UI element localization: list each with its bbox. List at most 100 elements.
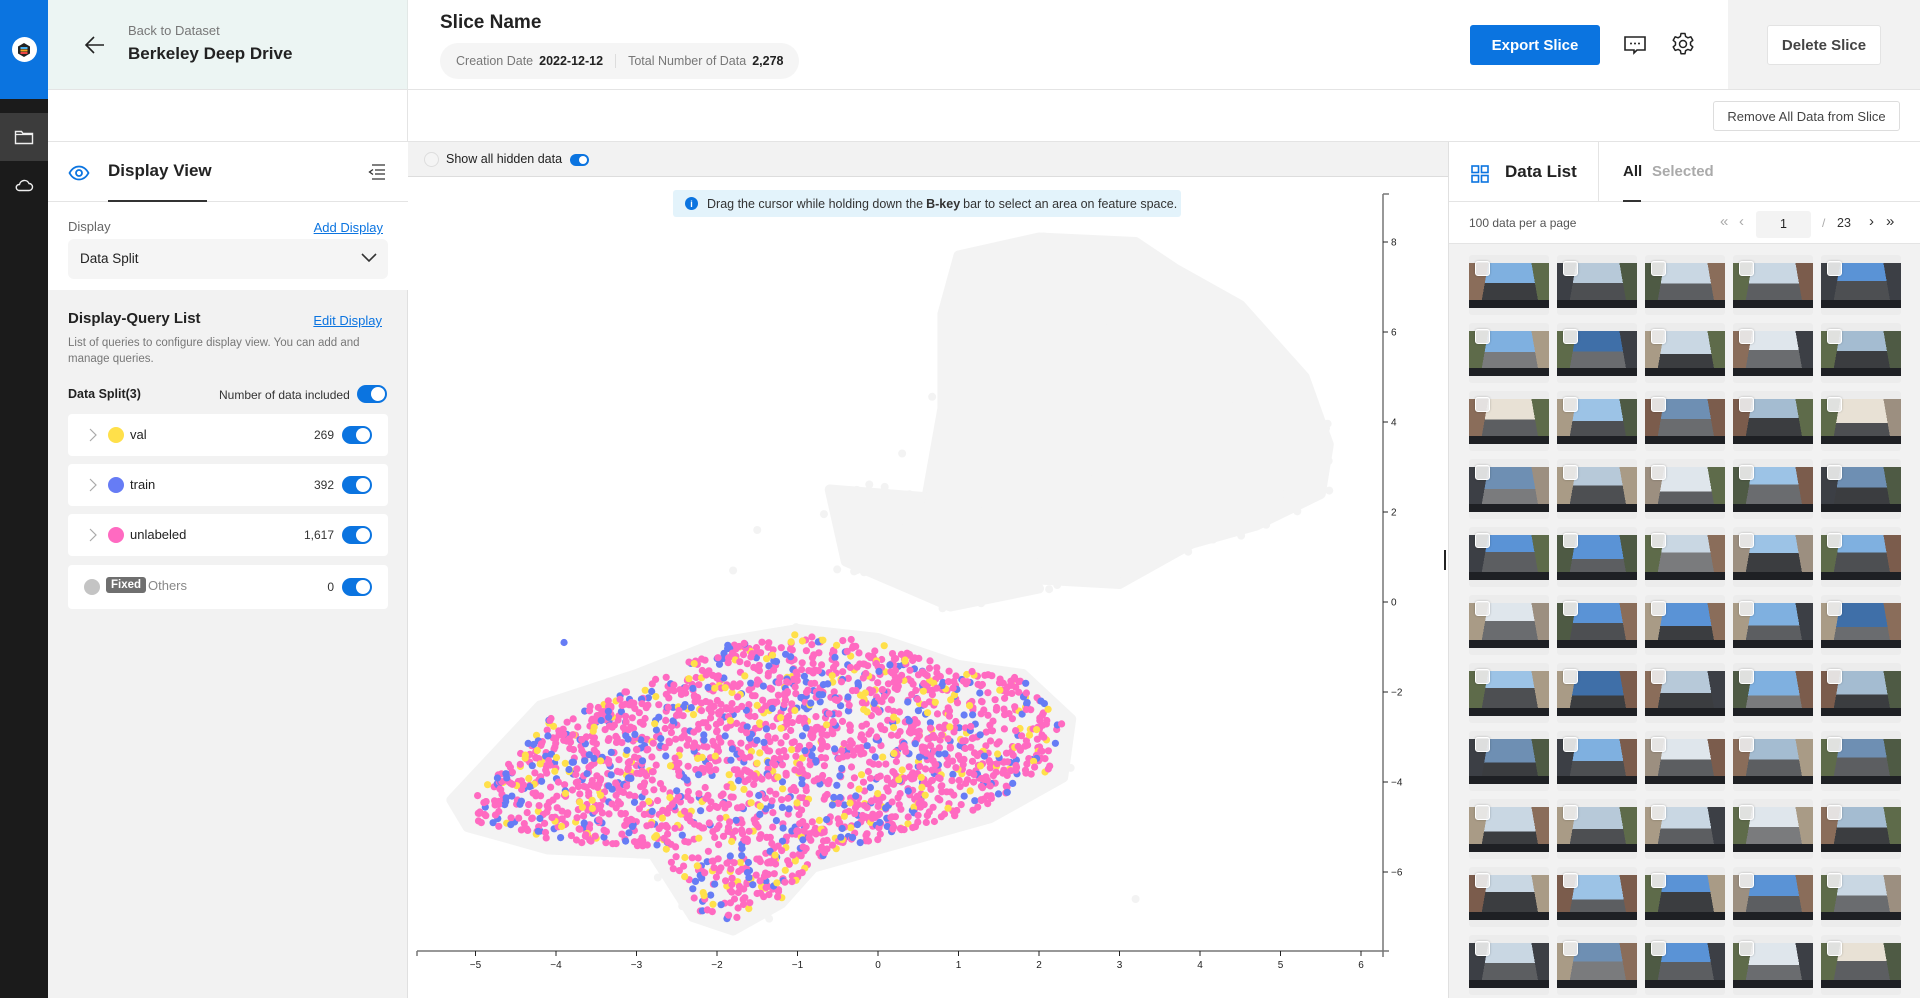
thumbnail-checkbox[interactable] xyxy=(1475,533,1490,548)
thumbnail-checkbox[interactable] xyxy=(1563,669,1578,684)
data-thumbnail[interactable] xyxy=(1557,799,1637,859)
data-thumbnail[interactable] xyxy=(1645,731,1725,791)
data-thumbnail[interactable] xyxy=(1469,527,1549,587)
data-thumbnail[interactable] xyxy=(1821,323,1901,383)
thumbnail-checkbox[interactable] xyxy=(1475,261,1490,276)
thumbnail-checkbox[interactable] xyxy=(1563,941,1578,956)
tab-display-view[interactable]: Display View xyxy=(108,161,212,181)
data-thumbnail[interactable] xyxy=(1733,935,1813,995)
thumbnail-checkbox[interactable] xyxy=(1827,805,1842,820)
thumbnail-checkbox[interactable] xyxy=(1475,465,1490,480)
data-thumbnail[interactable] xyxy=(1557,459,1637,519)
thumbnail-checkbox[interactable] xyxy=(1475,805,1490,820)
thumbnail-checkbox[interactable] xyxy=(1563,805,1578,820)
thumbnail-checkbox[interactable] xyxy=(1739,465,1754,480)
data-thumbnail[interactable] xyxy=(1733,391,1813,451)
thumbnail-checkbox[interactable] xyxy=(1563,873,1578,888)
thumbnail-checkbox[interactable] xyxy=(1475,873,1490,888)
data-thumbnail[interactable] xyxy=(1469,663,1549,723)
data-thumbnail[interactable] xyxy=(1469,731,1549,791)
data-thumbnail[interactable] xyxy=(1557,663,1637,723)
data-thumbnail[interactable] xyxy=(1821,731,1901,791)
data-thumbnail[interactable] xyxy=(1469,323,1549,383)
thumbnail-checkbox[interactable] xyxy=(1475,669,1490,684)
thumbnail-checkbox[interactable] xyxy=(1475,329,1490,344)
add-display-link[interactable]: Add Display xyxy=(314,220,383,235)
data-thumbnail[interactable] xyxy=(1557,731,1637,791)
thumbnail-checkbox[interactable] xyxy=(1827,941,1842,956)
thumbnail-checkbox[interactable] xyxy=(1651,669,1666,684)
data-thumbnail[interactable] xyxy=(1733,323,1813,383)
data-thumbnail[interactable] xyxy=(1645,663,1725,723)
thumbnail-checkbox[interactable] xyxy=(1739,397,1754,412)
tab-all[interactable]: All xyxy=(1623,163,1642,180)
tab-selected[interactable]: Selected xyxy=(1652,163,1714,180)
data-thumbnail[interactable] xyxy=(1733,867,1813,927)
data-thumbnail[interactable] xyxy=(1469,255,1549,315)
chevron-right-icon[interactable] xyxy=(88,478,98,492)
thumbnail-checkbox[interactable] xyxy=(1827,873,1842,888)
thumbnail-checkbox[interactable] xyxy=(1651,261,1666,276)
data-thumbnail[interactable] xyxy=(1645,935,1725,995)
data-thumbnail[interactable] xyxy=(1645,867,1725,927)
data-thumbnail[interactable] xyxy=(1821,935,1901,995)
thumbnail-checkbox[interactable] xyxy=(1739,941,1754,956)
thumbnail-checkbox[interactable] xyxy=(1563,465,1578,480)
next-page-icon[interactable]: › xyxy=(1869,214,1874,229)
page-number-input[interactable]: 1 xyxy=(1756,211,1811,238)
thumbnail-checkbox[interactable] xyxy=(1563,397,1578,412)
data-thumbnail[interactable] xyxy=(1821,391,1901,451)
data-thumbnail[interactable] xyxy=(1733,663,1813,723)
nav-cloud[interactable] xyxy=(0,161,48,209)
data-thumbnail[interactable] xyxy=(1557,391,1637,451)
settings-gear-icon[interactable] xyxy=(1670,31,1696,57)
query-row-train[interactable]: train 392 xyxy=(68,464,388,506)
thumbnail-checkbox[interactable] xyxy=(1739,805,1754,820)
show-hidden-radio[interactable] xyxy=(424,152,439,167)
data-thumbnail[interactable] xyxy=(1821,255,1901,315)
data-thumbnail[interactable] xyxy=(1821,867,1901,927)
data-thumbnail[interactable] xyxy=(1733,527,1813,587)
back-link-label[interactable]: Back to Dataset xyxy=(128,23,220,38)
data-thumbnail[interactable] xyxy=(1469,391,1549,451)
dataset-name[interactable]: Berkeley Deep Drive xyxy=(128,44,292,64)
data-thumbnail[interactable] xyxy=(1557,255,1637,315)
thumbnail-checkbox[interactable] xyxy=(1475,601,1490,616)
thumbnail-checkbox[interactable] xyxy=(1827,533,1842,548)
first-page-icon[interactable]: « xyxy=(1720,214,1728,229)
data-thumbnail[interactable] xyxy=(1469,799,1549,859)
display-select[interactable]: Data Split xyxy=(68,239,388,279)
thumbnail-checkbox[interactable] xyxy=(1563,261,1578,276)
app-logo[interactable] xyxy=(0,0,48,99)
thumbnail-checkbox[interactable] xyxy=(1739,261,1754,276)
data-thumbnail[interactable] xyxy=(1469,935,1549,995)
thumbnail-checkbox[interactable] xyxy=(1827,465,1842,480)
data-thumbnail[interactable] xyxy=(1469,867,1549,927)
query-row-unlabeled[interactable]: unlabeled 1,617 xyxy=(68,514,388,556)
thumbnail-checkbox[interactable] xyxy=(1651,873,1666,888)
thumbnail-checkbox[interactable] xyxy=(1827,601,1842,616)
thumbnail-checkbox[interactable] xyxy=(1827,329,1842,344)
data-thumbnail[interactable] xyxy=(1557,527,1637,587)
thumbnail-checkbox[interactable] xyxy=(1739,601,1754,616)
thumbnail-checkbox[interactable] xyxy=(1651,737,1666,752)
data-thumbnail[interactable] xyxy=(1821,663,1901,723)
thumbnail-checkbox[interactable] xyxy=(1827,669,1842,684)
thumbnail-checkbox[interactable] xyxy=(1739,737,1754,752)
query-visibility-toggle[interactable] xyxy=(342,476,372,494)
show-hidden-toggle[interactable] xyxy=(570,154,589,166)
data-thumbnail[interactable] xyxy=(1645,595,1725,655)
data-thumbnail[interactable] xyxy=(1557,323,1637,383)
data-thumbnail[interactable] xyxy=(1733,459,1813,519)
thumbnail-checkbox[interactable] xyxy=(1827,737,1842,752)
data-thumbnail[interactable] xyxy=(1645,459,1725,519)
thumbnail-checkbox[interactable] xyxy=(1651,329,1666,344)
edit-display-link[interactable]: Edit Display xyxy=(313,313,382,328)
remove-all-data-button[interactable]: Remove All Data from Slice xyxy=(1713,101,1900,131)
data-thumbnail[interactable] xyxy=(1821,595,1901,655)
thumbnail-checkbox[interactable] xyxy=(1651,805,1666,820)
delete-slice-button[interactable]: Delete Slice xyxy=(1767,25,1881,65)
data-thumbnail[interactable] xyxy=(1645,323,1725,383)
thumbnail-checkbox[interactable] xyxy=(1563,533,1578,548)
count-toggle[interactable] xyxy=(357,385,387,403)
